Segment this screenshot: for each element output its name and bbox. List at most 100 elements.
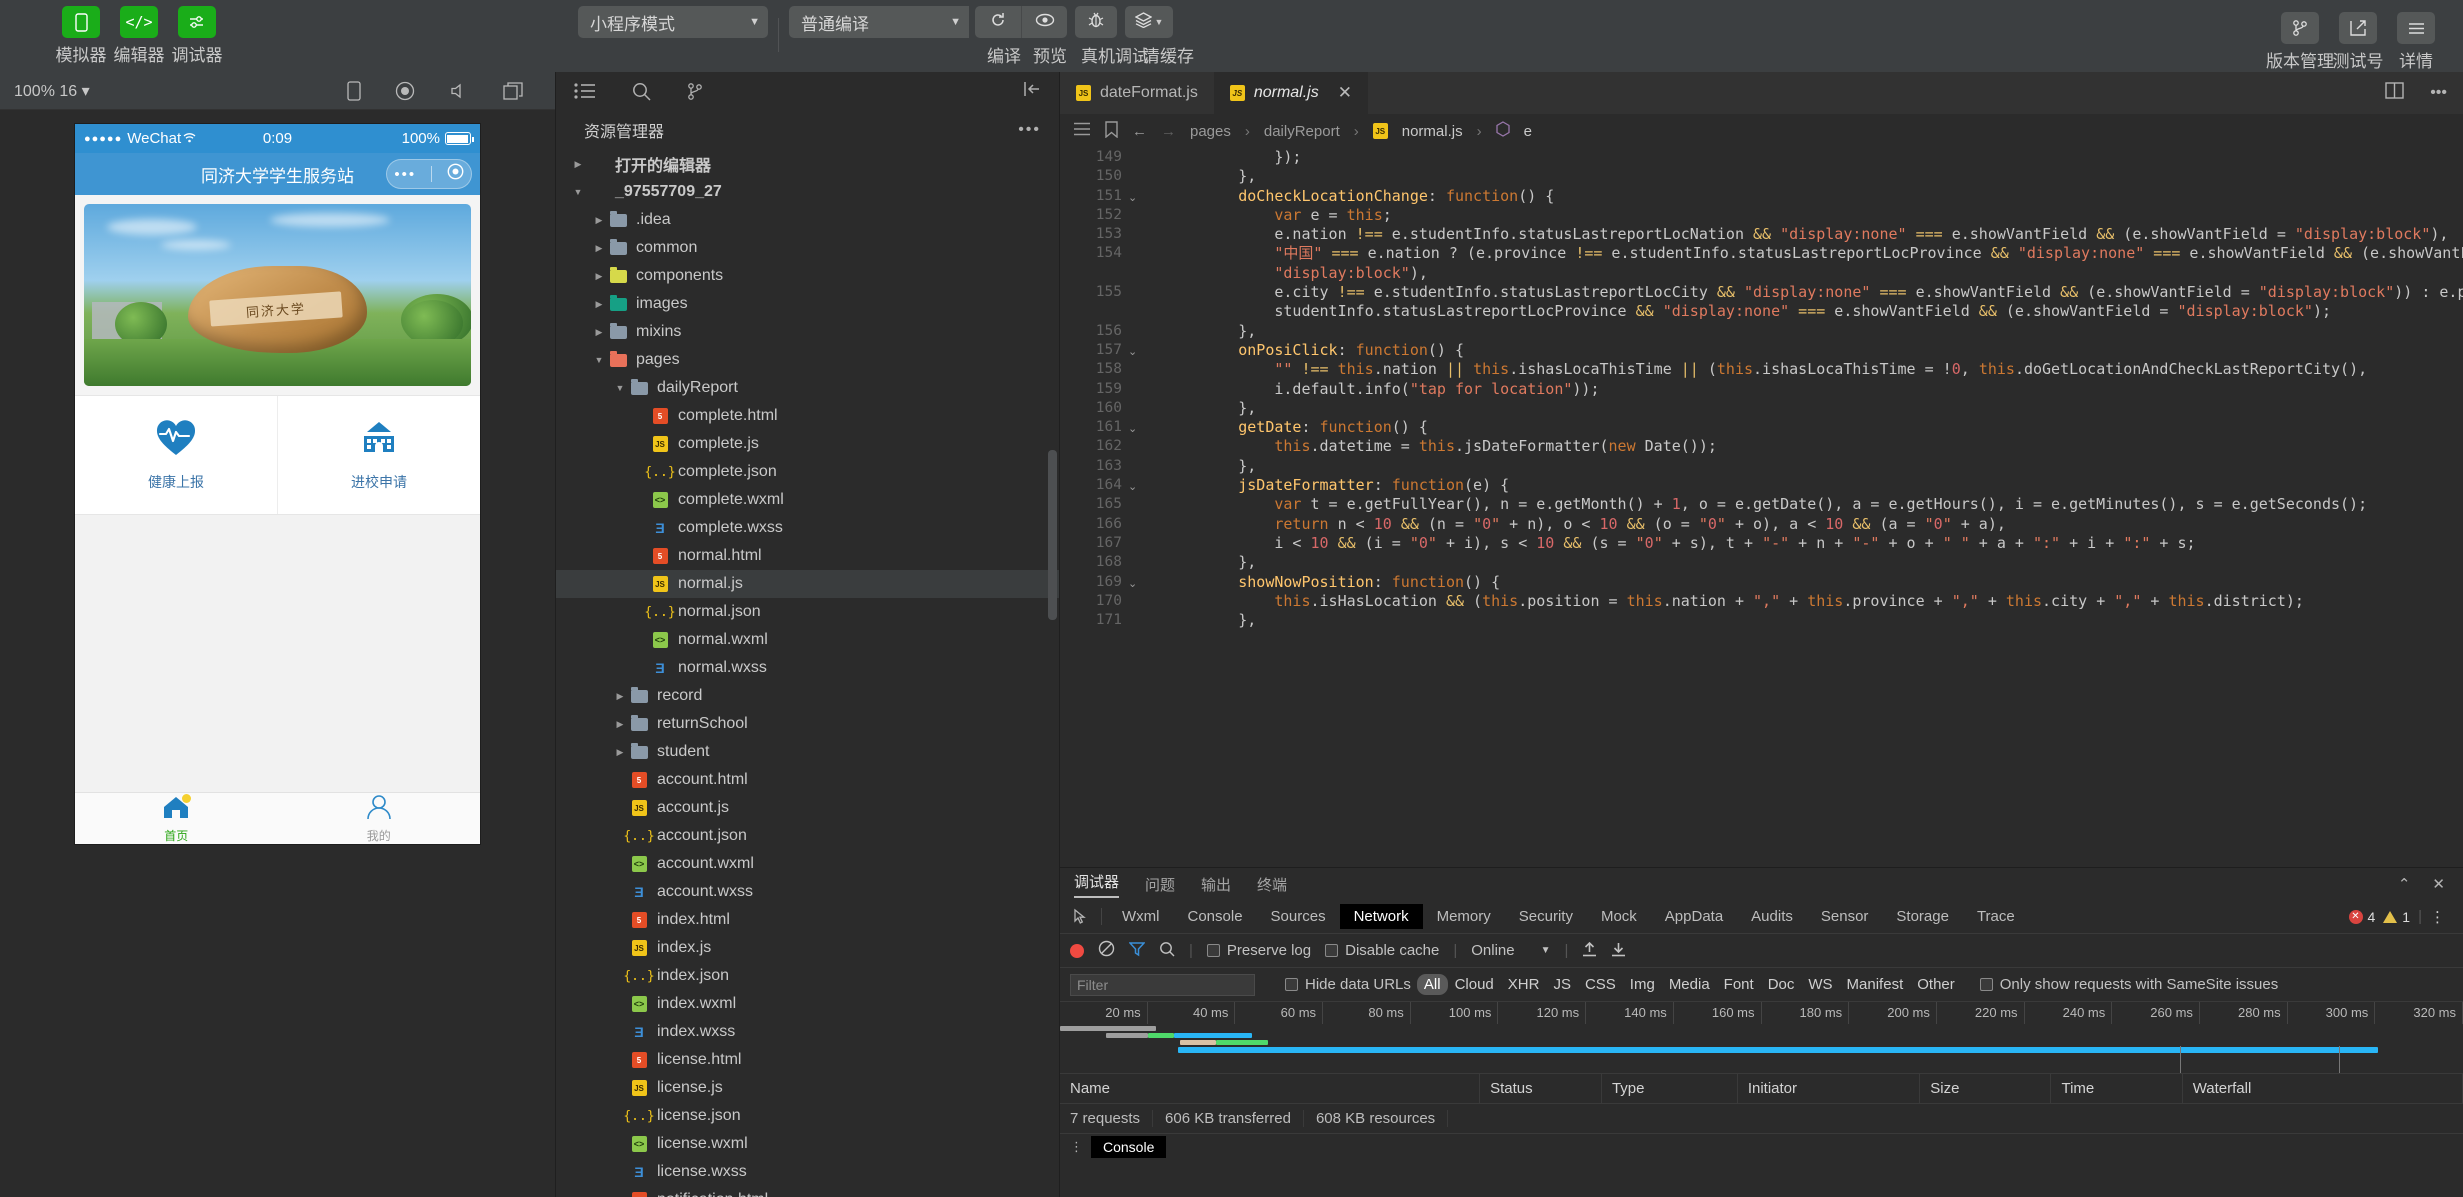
preserve-log-checkbox[interactable]: Preserve log (1206, 942, 1311, 959)
code-line[interactable]: }, (1166, 167, 2463, 186)
explorer-scrollbar[interactable] (1048, 450, 1057, 620)
code-line[interactable]: var t = e.getFullYear(), n = e.getMonth(… (1166, 495, 2463, 514)
code-line[interactable]: studentInfo.statusLastreportLocProvince … (1166, 302, 2463, 321)
code-line[interactable]: this.datetime = this.jsDateFormatter(new… (1166, 437, 2463, 456)
tree-file-license-wxss[interactable]: Ǝlicense.wxss (556, 1158, 1059, 1186)
filter-input[interactable]: Filter (1070, 973, 1255, 996)
tree-file-normal-wxss[interactable]: Ǝnormal.wxss (556, 654, 1059, 682)
code-line[interactable]: onPosiClick: function() { (1166, 341, 2463, 360)
tabbar-item-home[interactable]: 首页 (75, 793, 278, 844)
code-line[interactable]: var e = this; (1166, 206, 2463, 225)
panel-tab-audits[interactable]: Audits (1737, 904, 1807, 929)
filter-type-css[interactable]: CSS (1578, 974, 1623, 995)
code-line[interactable]: }, (1166, 322, 2463, 341)
code-line[interactable]: }, (1166, 457, 2463, 476)
throttle-select[interactable]: Online ▼ (1471, 942, 1550, 959)
chevron-right-icon[interactable]: ▶ (570, 159, 586, 170)
mode-select[interactable]: 小程序模式 ▼ (578, 6, 768, 38)
more-icon[interactable]: ••• (394, 167, 416, 182)
request-column-type[interactable]: Type (1602, 1074, 1738, 1103)
tree-folder-images[interactable]: ▶ images (556, 290, 1059, 318)
code-line[interactable]: "display:block"), (1166, 264, 2463, 283)
list-icon[interactable] (574, 83, 596, 99)
tree-folder-.idea[interactable]: ▶ .idea (556, 206, 1059, 234)
tree-file-normal-json[interactable]: {..} normal.json (556, 598, 1059, 626)
panel-tab-mock[interactable]: Mock (1587, 904, 1651, 929)
editor-tab-dateformat[interactable]: JS dateFormat.js (1060, 72, 1214, 114)
filter-type-cloud[interactable]: Cloud (1448, 974, 1501, 995)
more-vertical-icon[interactable]: ⋮ (2430, 908, 2445, 926)
code-line[interactable]: jsDateFormatter: function(e) { (1166, 476, 2463, 495)
details-button[interactable]: 详情 (2387, 12, 2445, 72)
filter-type-xhr[interactable]: XHR (1501, 974, 1547, 995)
tree-file-account-js[interactable]: JS account.js (556, 794, 1059, 822)
tree-file-normal-js[interactable]: JS normal.js (556, 570, 1059, 598)
tree-file-license-json[interactable]: {..} license.json (556, 1102, 1059, 1130)
warning-badge[interactable]: 1 (2383, 909, 2410, 925)
devtools-tab-terminal[interactable]: 终端 (1257, 874, 1287, 895)
request-column-size[interactable]: Size (1920, 1074, 2052, 1103)
chevron-right-icon[interactable]: ▶ (591, 271, 607, 282)
chevron-up-icon[interactable]: ⌃ (2398, 875, 2411, 893)
code-line[interactable]: i.default.info("tap for location")); (1166, 380, 2463, 399)
filter-type-img[interactable]: Img (1623, 974, 1662, 995)
more-icon[interactable]: ••• (1018, 121, 1041, 139)
toolbar-simulator-button[interactable]: 模拟器 (52, 6, 110, 66)
filter-type-js[interactable]: JS (1546, 974, 1578, 995)
filter-type-ws[interactable]: WS (1801, 974, 1839, 995)
devtools-tab-output[interactable]: 输出 (1201, 874, 1231, 895)
code-editor[interactable]: 149 150 151 152 153 154 155 156 157 158 159 160 161 1… (1060, 148, 2463, 867)
capsule-buttons[interactable]: ••• (386, 159, 472, 189)
tree-file-normal-html[interactable]: 5 normal.html (556, 542, 1059, 570)
tree-folder-dailyreport[interactable]: ▼ dailyReport (556, 374, 1059, 402)
tree-file-complete-wxml[interactable]: <> complete.wxml (556, 486, 1059, 514)
grid-item-campus-entry[interactable]: 进校申请 (277, 396, 480, 514)
chevron-down-icon[interactable]: ▼ (591, 355, 607, 365)
panel-tab-security[interactable]: Security (1505, 904, 1587, 929)
back-arrow-icon[interactable]: ← (1132, 123, 1147, 140)
devtools-tab-debugger[interactable]: 调试器 (1074, 871, 1120, 898)
chevron-right-icon[interactable]: ▶ (612, 691, 628, 702)
hide-data-urls-checkbox[interactable]: Hide data URLs (1285, 976, 1411, 993)
timeline-selection[interactable] (2180, 1046, 2340, 1073)
request-column-initiator[interactable]: Initiator (1738, 1074, 1921, 1103)
record-icon[interactable] (395, 81, 415, 101)
panel-tab-memory[interactable]: Memory (1423, 904, 1505, 929)
code-line[interactable]: "" !== this.nation || this.ishasLocaThis… (1166, 360, 2463, 379)
simulator-zoom-select[interactable]: 100% 16 ▾ (14, 81, 90, 101)
fold-toggle[interactable]: ⌄ (1128, 476, 1154, 495)
clear-icon[interactable] (1098, 940, 1115, 961)
tree-folder-record[interactable]: ▶ record (556, 682, 1059, 710)
branch-icon[interactable] (687, 82, 703, 101)
filter-type-media[interactable]: Media (1662, 974, 1717, 995)
tree-file-account-json[interactable]: {..} account.json (556, 822, 1059, 850)
bookmark-icon[interactable] (1105, 120, 1118, 142)
chevron-right-icon[interactable]: ▶ (612, 747, 628, 758)
close-target-icon[interactable] (447, 163, 464, 185)
tree-file-notification-html[interactable]: 5 notification.html (556, 1186, 1059, 1197)
code-line[interactable]: return n < 10 && (n = "0" + n), o < 10 &… (1166, 515, 2463, 534)
toolbar-editor-button[interactable]: </> 编辑器 (110, 6, 168, 66)
panel-tab-sources[interactable]: Sources (1257, 904, 1340, 929)
network-timeline[interactable]: 20 ms 40 ms 60 ms 80 ms 100 ms 120 ms 140 ms 16… (1060, 1002, 2463, 1074)
code-line[interactable]: }); (1166, 148, 2463, 167)
compile-button[interactable] (975, 6, 1021, 38)
tree-file-index-wxss[interactable]: Ǝindex.wxss (556, 1018, 1059, 1046)
tabbar-item-profile[interactable]: 我的 (278, 793, 481, 844)
request-column-status[interactable]: Status (1480, 1074, 1602, 1103)
compile-select[interactable]: 普通编译 ▼ (789, 6, 969, 38)
panel-tab-wxml[interactable]: Wxml (1108, 904, 1174, 929)
record-icon[interactable] (1070, 943, 1084, 958)
search-icon[interactable] (1159, 941, 1175, 961)
panel-tab-sensor[interactable]: Sensor (1807, 904, 1883, 929)
clear-cache-button[interactable]: ▼ (1125, 6, 1173, 38)
filter-type-all[interactable]: All (1416, 974, 1448, 995)
tree-file-account-wxml[interactable]: <> account.wxml (556, 850, 1059, 878)
fold-toggle[interactable]: ⌄ (1128, 418, 1154, 437)
version-control-button[interactable]: 版本管理 (2266, 12, 2334, 72)
fold-gutter[interactable]: ⌄ ⌄ ⌄ ⌄ ⌄ (1128, 148, 1154, 867)
chevron-right-icon[interactable]: ▶ (591, 299, 607, 310)
code-line[interactable]: e.city !== e.studentInfo.statusLastrepor… (1166, 283, 2463, 302)
tree-file-index-json[interactable]: {..} index.json (556, 962, 1059, 990)
request-column-waterfall[interactable]: Waterfall (2183, 1074, 2463, 1103)
